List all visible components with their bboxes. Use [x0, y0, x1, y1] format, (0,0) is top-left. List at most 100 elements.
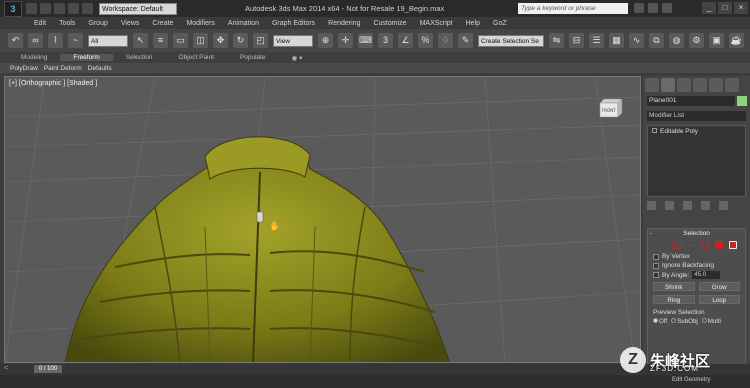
- menu-animation[interactable]: Animation: [228, 20, 259, 27]
- minimize-button[interactable]: _: [702, 2, 716, 14]
- ribbon-polydraw[interactable]: PolyDraw: [10, 65, 38, 72]
- layer-manager-icon[interactable]: ☰: [589, 33, 604, 48]
- create-tab-icon[interactable]: [645, 78, 659, 92]
- by-vertex-checkbox[interactable]: By Vertex: [648, 252, 745, 261]
- menu-tools[interactable]: Tools: [59, 20, 75, 27]
- ribbon-paint-deform[interactable]: Paint Deform: [44, 65, 82, 72]
- polygon-level-icon[interactable]: [715, 241, 723, 249]
- align-icon[interactable]: ⊟: [569, 33, 584, 48]
- scale-icon[interactable]: ◰: [253, 33, 268, 48]
- hierarchy-tab-icon[interactable]: [677, 78, 691, 92]
- bind-space-warp-icon[interactable]: ~: [68, 33, 83, 48]
- preview-subobj-radio[interactable]: SubObj: [671, 318, 698, 325]
- utilities-tab-icon[interactable]: [725, 78, 739, 92]
- workspace-dropdown[interactable]: Workspace: Default: [99, 2, 177, 15]
- preview-multi-radio[interactable]: Multi: [701, 318, 721, 325]
- graphite-toggle-icon[interactable]: ▦: [609, 33, 624, 48]
- ribbon-options-icon[interactable]: ◉ ▾: [279, 54, 316, 62]
- menu-graph-editors[interactable]: Graph Editors: [272, 20, 315, 27]
- stack-item-editable-poly[interactable]: Editable Poly: [648, 126, 745, 137]
- edge-level-icon[interactable]: [688, 245, 695, 246]
- menu-maxscript[interactable]: MAXScript: [420, 20, 453, 27]
- vertex-level-icon[interactable]: [674, 241, 682, 249]
- select-object-icon[interactable]: ↖: [133, 33, 148, 48]
- curve-editor-icon[interactable]: ∿: [629, 33, 644, 48]
- edit-named-selections-icon[interactable]: ✎: [458, 33, 473, 48]
- pin-stack-icon[interactable]: [647, 201, 656, 210]
- angle-snap-icon[interactable]: ∠: [398, 33, 413, 48]
- preview-off-radio[interactable]: Off: [653, 318, 667, 325]
- render-production-icon[interactable]: ☕: [729, 33, 744, 48]
- menu-goz[interactable]: GoZ: [493, 20, 507, 27]
- menu-create[interactable]: Create: [152, 20, 173, 27]
- menu-edit[interactable]: Edit: [34, 20, 46, 27]
- redo-icon[interactable]: [82, 3, 93, 14]
- loop-button[interactable]: Loop: [698, 295, 740, 304]
- modifier-list-dropdown[interactable]: Modifier List: [647, 111, 746, 121]
- display-tab-icon[interactable]: [709, 78, 723, 92]
- angle-spinner[interactable]: 45.0: [692, 271, 721, 279]
- maximize-button[interactable]: □: [718, 2, 732, 14]
- menu-rendering[interactable]: Rendering: [328, 20, 360, 27]
- tab-populate[interactable]: Populate: [227, 54, 279, 61]
- save-file-icon[interactable]: [54, 3, 65, 14]
- selection-filter-dropdown[interactable]: All: [88, 34, 128, 47]
- pivot-center-icon[interactable]: ⊕: [318, 33, 333, 48]
- tab-modeling[interactable]: Modeling: [8, 54, 60, 61]
- ring-button[interactable]: Ring: [653, 295, 695, 304]
- viewcube-icon[interactable]: FRONT: [596, 97, 626, 119]
- menu-group[interactable]: Group: [88, 20, 107, 27]
- object-name-field[interactable]: Plane001: [647, 96, 735, 106]
- binoculars-icon[interactable]: [634, 3, 644, 13]
- named-selection-dropdown[interactable]: Create Selection Se: [478, 34, 544, 47]
- rendered-frame-icon[interactable]: ▣: [709, 33, 724, 48]
- by-angle-checkbox[interactable]: By Angle: 45.0: [648, 270, 745, 280]
- percent-snap-icon[interactable]: %: [418, 33, 433, 48]
- time-slider[interactable]: 0 / 100: [34, 365, 62, 373]
- object-color-swatch[interactable]: [737, 96, 747, 106]
- ribbon-defaults[interactable]: Defaults: [88, 65, 112, 72]
- make-unique-icon[interactable]: [683, 201, 692, 210]
- open-file-icon[interactable]: [40, 3, 51, 14]
- modify-tab-icon[interactable]: [661, 78, 675, 92]
- ignore-backfacing-checkbox[interactable]: Ignore Backfacing: [648, 261, 745, 270]
- menu-help[interactable]: Help: [466, 20, 480, 27]
- timeline-prev-arrow[interactable]: <: [4, 365, 8, 372]
- undo-icon[interactable]: ↶: [8, 33, 23, 48]
- keyboard-shortcut-icon[interactable]: ⌨: [358, 33, 373, 48]
- tab-freeform[interactable]: Freeform: [60, 54, 113, 61]
- move-icon[interactable]: ✥: [213, 33, 228, 48]
- tab-object-paint[interactable]: Object Paint: [166, 54, 227, 61]
- unlink-icon[interactable]: ⌇: [48, 33, 63, 48]
- search-input[interactable]: Type a keyword or phrase: [518, 3, 628, 14]
- reference-coord-dropdown[interactable]: View: [273, 34, 313, 47]
- schematic-view-icon[interactable]: ⧉: [649, 33, 664, 48]
- star-icon[interactable]: [648, 3, 658, 13]
- manipulate-icon[interactable]: ✛: [338, 33, 353, 48]
- shrink-button[interactable]: Shrink: [653, 282, 695, 291]
- menu-modifiers[interactable]: Modifiers: [186, 20, 214, 27]
- menu-views[interactable]: Views: [121, 20, 140, 27]
- new-file-icon[interactable]: [26, 3, 37, 14]
- configure-modifier-sets-icon[interactable]: [719, 201, 728, 210]
- mirror-icon[interactable]: ⇋: [549, 33, 564, 48]
- help-icon[interactable]: [662, 3, 672, 13]
- viewport-label[interactable]: [+] [Orthographic ] [Shaded ]: [9, 80, 97, 87]
- border-level-icon[interactable]: [701, 241, 709, 249]
- select-by-name-icon[interactable]: ≡: [153, 33, 168, 48]
- tab-selection[interactable]: Selection: [113, 54, 166, 61]
- spinner-snap-icon[interactable]: ♢: [438, 33, 453, 48]
- orthographic-viewport[interactable]: [+] [Orthographic ] [Shaded ] ✋ FRONT: [4, 76, 641, 363]
- window-crossing-icon[interactable]: ◫: [193, 33, 208, 48]
- selection-rollout-header[interactable]: - Selection: [648, 229, 745, 238]
- rotate-icon[interactable]: ↻: [233, 33, 248, 48]
- close-button[interactable]: ×: [734, 2, 748, 14]
- rect-selection-icon[interactable]: ▭: [173, 33, 188, 48]
- show-end-result-icon[interactable]: [665, 201, 674, 210]
- collapse-icon[interactable]: -: [650, 230, 652, 237]
- undo-icon[interactable]: [68, 3, 79, 14]
- snap-3d-icon[interactable]: 3: [378, 33, 393, 48]
- remove-modifier-icon[interactable]: [701, 201, 710, 210]
- motion-tab-icon[interactable]: [693, 78, 707, 92]
- material-editor-icon[interactable]: ◍: [669, 33, 684, 48]
